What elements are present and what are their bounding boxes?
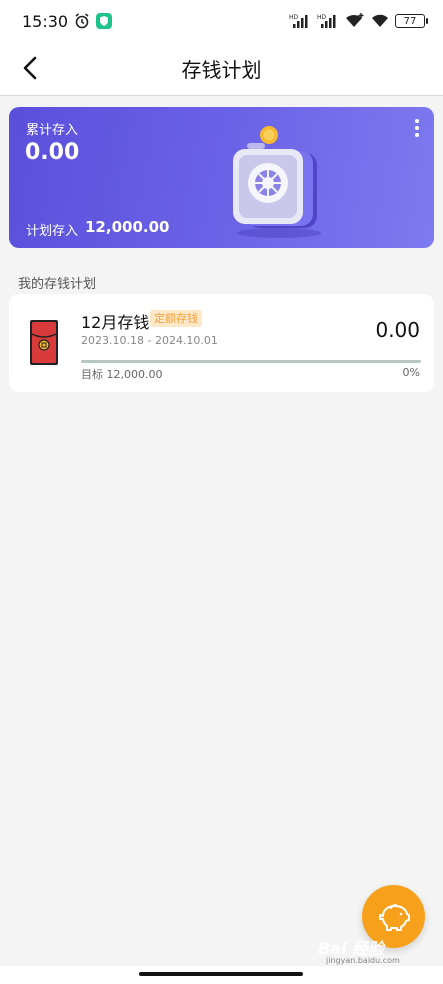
svg-text:HD: HD	[289, 14, 299, 21]
status-right: HD HD 77	[289, 13, 428, 29]
summary-card: 累计存入 0.00 计划存入 12,000.00	[9, 107, 434, 248]
back-button[interactable]	[12, 50, 48, 86]
status-time: 15:30	[22, 11, 69, 31]
planned-value: 12,000.00	[85, 218, 170, 236]
wifi-plus-icon	[346, 13, 364, 27]
nav-bar: 存钱计划	[0, 42, 443, 96]
svg-text:HD: HD	[317, 14, 327, 21]
more-dot-icon	[415, 133, 419, 137]
plan-progress-bar	[81, 360, 421, 363]
plan-type-badge: 定额存钱	[150, 310, 202, 327]
red-envelope-icon	[30, 320, 58, 365]
accumulated-label: 累计存入	[26, 123, 79, 138]
accumulated-value: 0.00	[25, 140, 80, 165]
planned-label: 计划存入	[26, 224, 79, 239]
more-dot-icon	[415, 126, 419, 130]
home-indicator[interactable]	[139, 972, 303, 976]
plan-dates: 2023.10.18 - 2024.10.01	[81, 334, 218, 347]
status-bar: 15:30 HD HD 77	[0, 0, 443, 42]
signal-hd-icon: HD	[317, 14, 336, 28]
status-left: 15:30	[22, 11, 113, 31]
plan-percent: 0%	[402, 366, 420, 379]
plan-name: 12月存钱	[81, 313, 150, 332]
plan-target: 目标 12,000.00	[81, 368, 163, 381]
page-title: 存钱计划	[181, 58, 262, 82]
chevron-left-icon	[23, 56, 37, 80]
battery-level: 77	[403, 15, 417, 27]
safe-illustration	[233, 126, 321, 238]
piggy-bank-icon	[378, 903, 410, 931]
alarm-icon	[75, 13, 89, 29]
section-title: 我的存钱计划	[18, 277, 97, 292]
battery-icon: 77	[395, 14, 428, 28]
shield-app-icon	[96, 13, 113, 29]
watermark-url: jingyan.baidu.com	[326, 956, 400, 965]
more-dot-icon	[415, 119, 419, 123]
plan-card[interactable]: 12月存钱 定额存钱 2023.10.18 - 2024.10.01 0.00 …	[9, 294, 434, 392]
more-options-button[interactable]	[410, 119, 424, 139]
wifi-icon	[372, 14, 388, 27]
signal-hd-icon: HD	[289, 14, 308, 28]
plan-amount: 0.00	[375, 318, 420, 342]
